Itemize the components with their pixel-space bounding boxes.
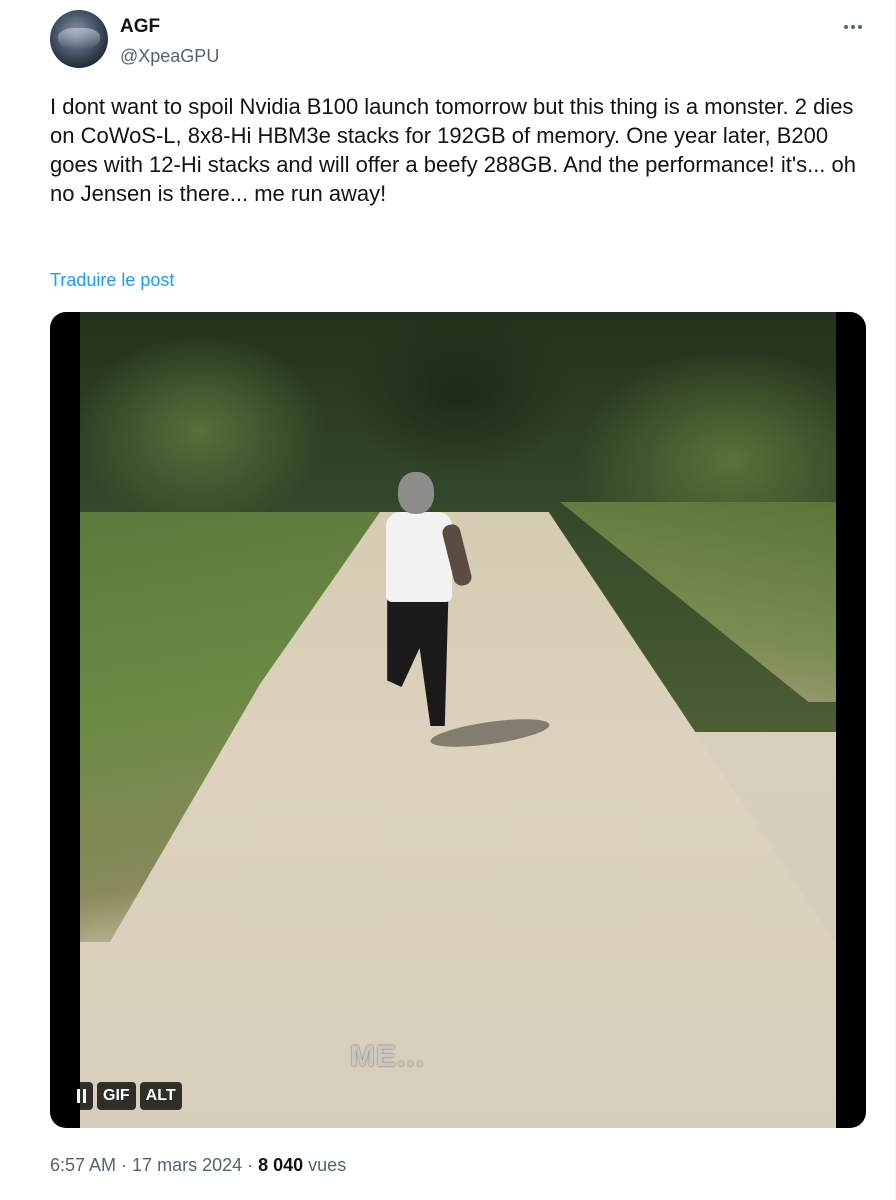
meta-separator: ·	[116, 1155, 133, 1175]
tweet: AGF @XpeaGPU I dont want to spoil Nvidia…	[0, 0, 896, 1200]
alt-button[interactable]: ALT	[139, 1082, 182, 1110]
meta-separator: ·	[242, 1155, 259, 1175]
avatar[interactable]	[50, 10, 108, 68]
pause-button[interactable]	[70, 1082, 93, 1110]
post-time[interactable]: 6:57 AM	[50, 1155, 116, 1175]
runner-shirt	[386, 512, 452, 602]
view-count: 8 040	[258, 1155, 304, 1175]
author-name[interactable]: AGF	[120, 16, 160, 38]
post-text: I dont want to spoil Nvidia B100 launch …	[50, 94, 856, 206]
more-horizontal-icon	[844, 25, 848, 29]
post-meta: 6:57 AM · 17 mars 2024 · 8 040 vues	[50, 1155, 346, 1176]
views-label: vues	[303, 1155, 347, 1175]
media-gif[interactable]	[50, 312, 866, 1128]
gif-caption: ME...	[350, 1040, 426, 1073]
post-date[interactable]: 17 mars 2024	[132, 1155, 242, 1175]
gif-frame[interactable]	[80, 312, 836, 1128]
author-handle[interactable]: @XpeaGPU	[120, 46, 219, 67]
pause-icon	[77, 1089, 80, 1103]
more-options-button[interactable]	[838, 12, 868, 42]
gif-badge: GIF	[97, 1082, 136, 1110]
runner-head	[398, 472, 434, 514]
media-badges: GIF ALT	[70, 1082, 182, 1110]
translate-post-link[interactable]: Traduire le post	[50, 270, 174, 291]
